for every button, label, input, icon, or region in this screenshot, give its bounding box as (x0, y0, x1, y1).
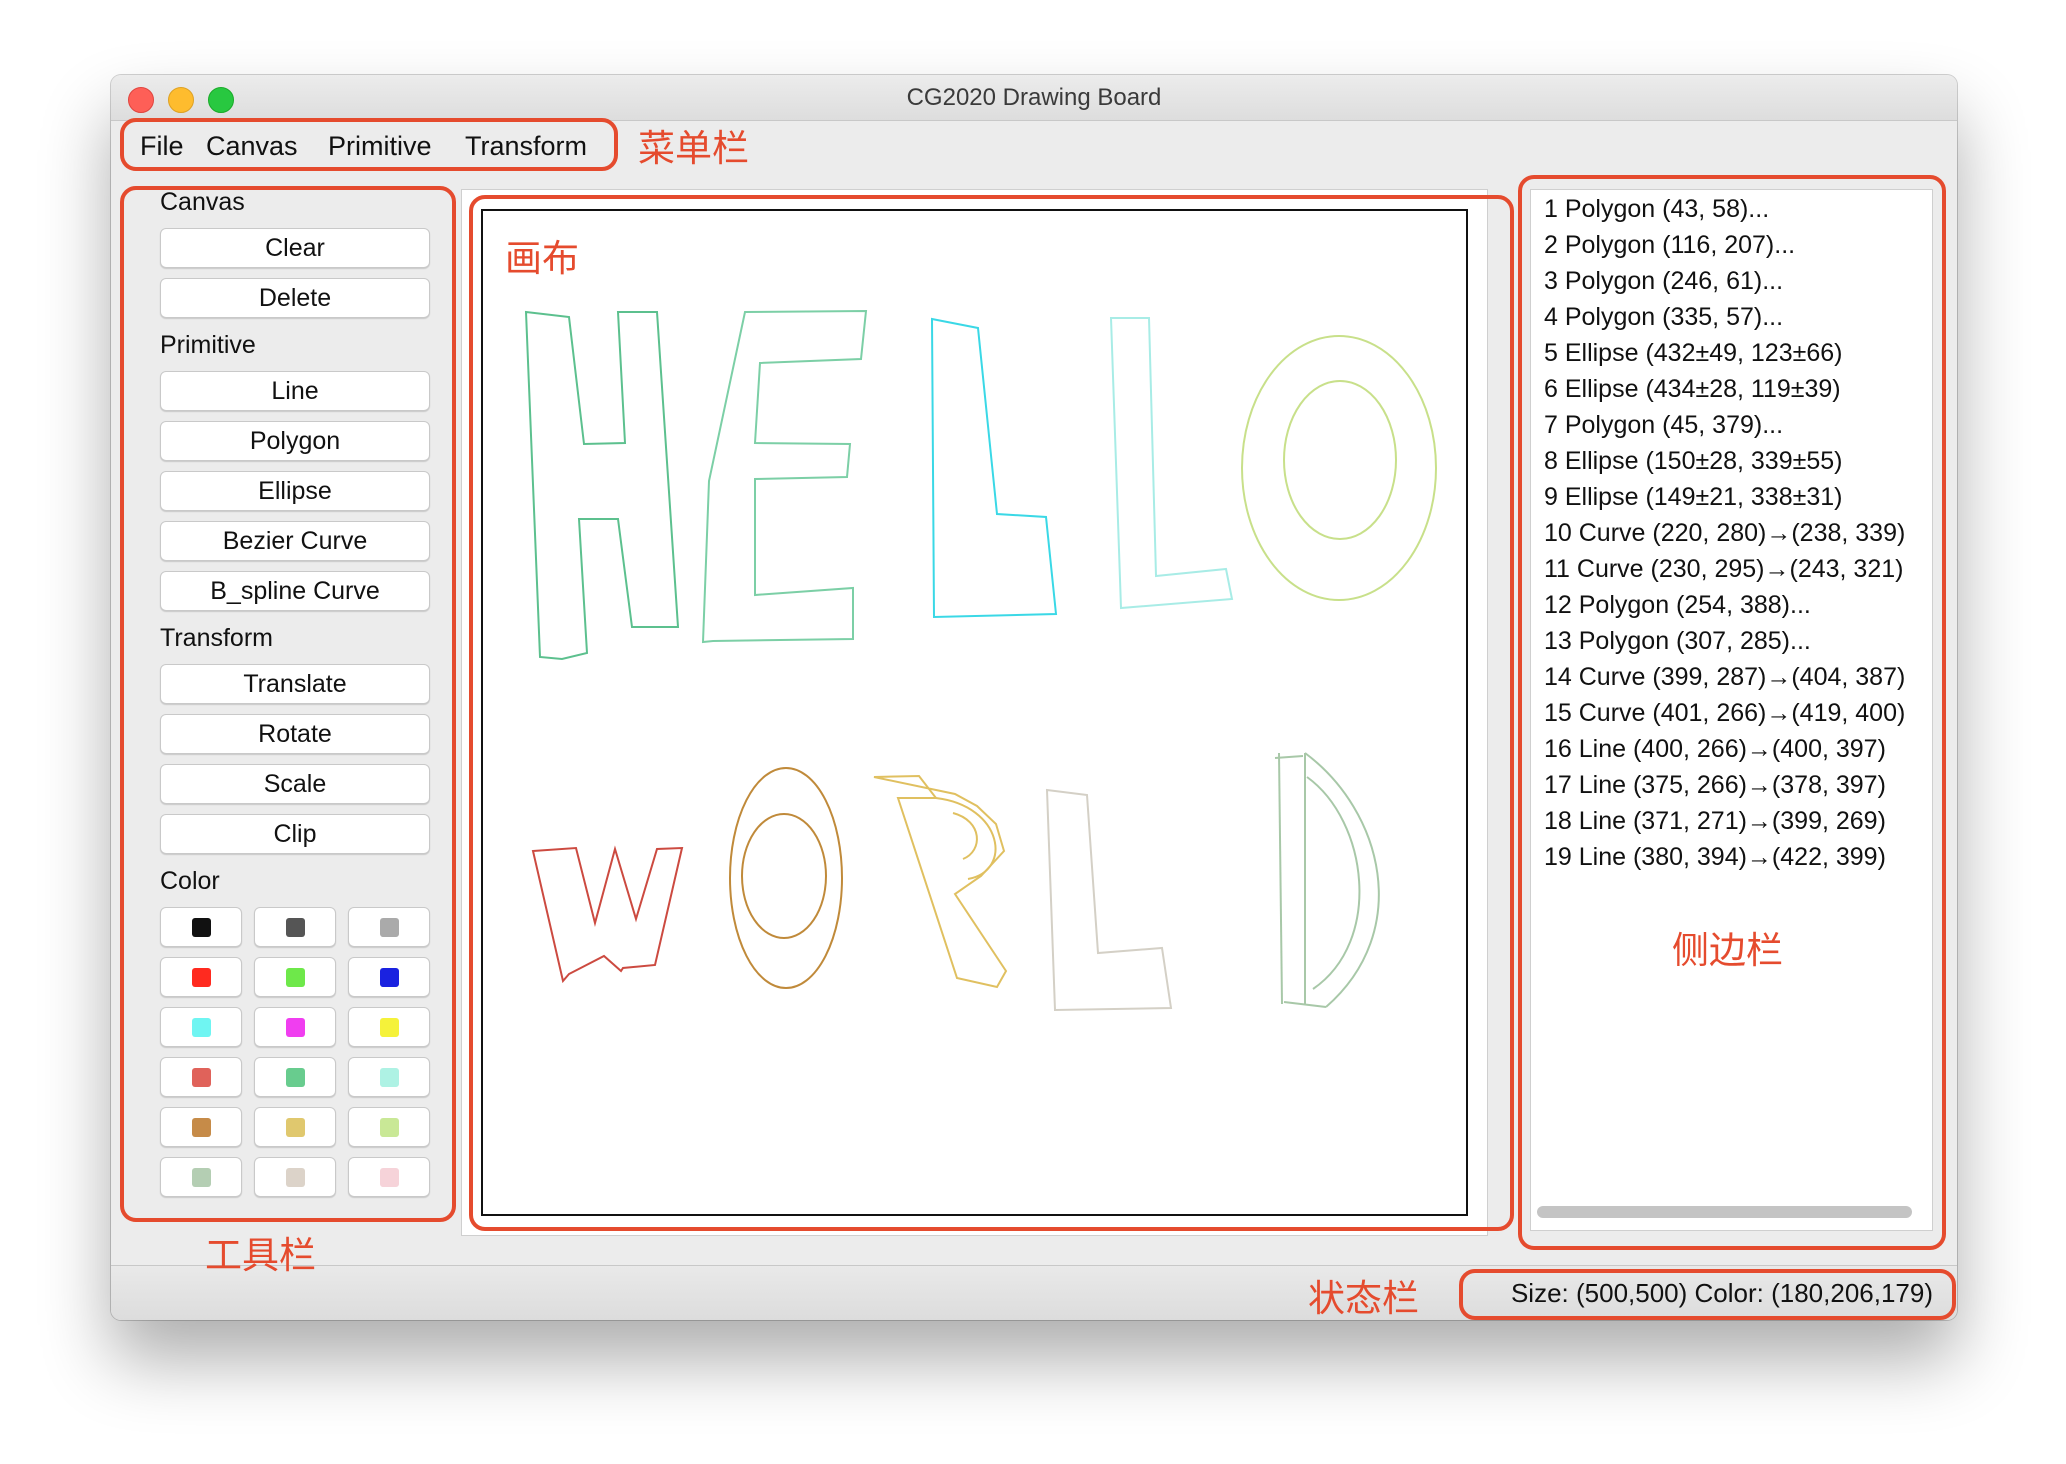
statusbar-annotation-label: 状态栏 (1308, 1277, 1419, 1320)
toolbar-annotation-label: 工具栏 (205, 1234, 316, 1277)
menubar-annotation-box (120, 118, 618, 171)
sidebar-annotation-label: 侧边栏 (1672, 929, 1783, 972)
toolbar-annotation-box (120, 186, 456, 1222)
menubar-annotation-label: 菜单栏 (638, 127, 749, 170)
title-bar: CG2020 Drawing Board (111, 75, 1957, 121)
statusbar-annotation-box (1459, 1269, 1956, 1320)
sidebar-annotation-box (1518, 175, 1946, 1250)
window-title: CG2020 Drawing Board (906, 84, 1162, 111)
canvas-annotation-label: 画布 (505, 237, 579, 280)
canvas-annotation-box (469, 195, 1514, 1231)
